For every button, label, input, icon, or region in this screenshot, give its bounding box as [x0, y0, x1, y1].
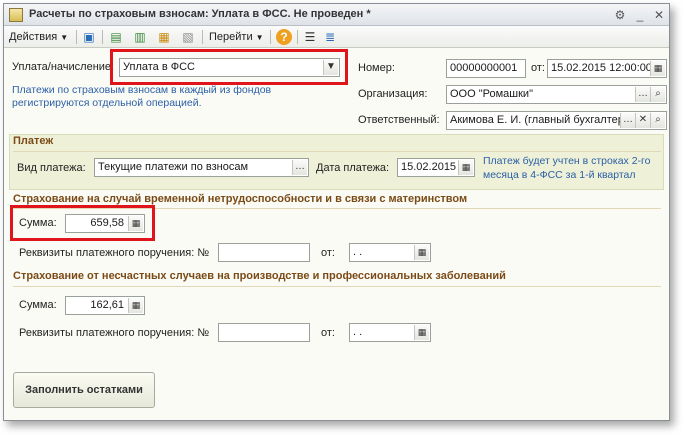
temp-insurance-title: Страхование на случай временной нетрудос…	[13, 193, 468, 205]
print-icon[interactable]: ▧	[180, 29, 196, 45]
hint-text-2: регистрируются отдельной операцией.	[12, 97, 202, 109]
payment-date-label: Дата платежа:	[316, 162, 390, 174]
temp-from-label: от:	[321, 247, 335, 259]
doc-date-value: 15.02.2015 12:00:00	[551, 62, 652, 74]
calendar-icon[interactable]: ▦	[650, 61, 665, 76]
toolbar-separator	[102, 30, 103, 44]
divider	[13, 286, 661, 287]
payment-kind-field[interactable]: Текущие платежи по взносам …	[94, 158, 309, 177]
resp-field[interactable]: Акимова Е. И. (главный бухгалтер) … ✕ ⌕	[446, 111, 667, 130]
payment-kind-label: Вид платежа:	[17, 162, 86, 174]
divider	[13, 151, 661, 152]
minimize-icon[interactable]: _	[632, 8, 648, 22]
ledger-icon[interactable]: ▦	[156, 29, 172, 45]
accident-date-field[interactable]: . . ▦	[349, 323, 431, 342]
accident-sum-label: Сумма:	[19, 299, 57, 311]
payment-type-label: Уплата/начисление:	[12, 61, 115, 73]
ellipsis-icon[interactable]: …	[292, 160, 307, 175]
goto-menu[interactable]: Перейти ▼	[209, 29, 264, 45]
org-field[interactable]: ООО "Ромашки" … ⌕	[446, 85, 667, 104]
structure-icon[interactable]: ☰	[302, 29, 318, 45]
payment-kind-value: Текущие платежи по взносам	[98, 161, 249, 173]
toolbar-separator	[202, 30, 203, 44]
highlight-box	[110, 49, 348, 85]
post-and-close-icon[interactable]: ▣	[81, 29, 97, 45]
actions-menu[interactable]: Действия ▼	[9, 29, 68, 45]
payment-date-field[interactable]: 15.02.2015 ▦	[397, 158, 475, 177]
fill-by-balances-button[interactable]: Заполнить остатками	[13, 372, 155, 408]
calendar-icon[interactable]: ▦	[414, 245, 429, 260]
post-icon[interactable]: ▥	[132, 29, 148, 45]
ellipsis-icon[interactable]: …	[635, 87, 650, 102]
accident-sum-value: 162,61	[90, 299, 124, 311]
document-icon	[9, 8, 23, 22]
hint-text-1: Платежи по страховым взносам в каждый из…	[12, 84, 272, 96]
list-icon[interactable]: ≣	[322, 29, 338, 45]
accident-date-value: . .	[353, 326, 363, 338]
search-icon[interactable]: ⌕	[650, 113, 665, 128]
document-window: Расчеты по страховым взносам: Уплата в Ф…	[3, 3, 670, 421]
accident-from-label: от:	[321, 327, 335, 339]
actions-label: Действия	[9, 31, 58, 43]
settings-icon[interactable]: ⚙	[612, 8, 628, 22]
goto-label: Перейти	[209, 31, 253, 43]
org-value: ООО "Ромашки"	[450, 88, 533, 100]
accident-req-label: Реквизиты платежного поручения: №	[19, 327, 210, 339]
payment-section-title: Платеж	[13, 135, 54, 147]
help-icon[interactable]: ?	[276, 29, 292, 45]
close-icon[interactable]: ✕	[635, 113, 650, 128]
temp-req-field[interactable]	[218, 243, 310, 262]
resp-label: Ответственный:	[358, 114, 440, 126]
temp-date-value: . .	[353, 246, 363, 258]
highlight-box	[10, 205, 155, 241]
accident-sum-field[interactable]: 162,61 ▦	[65, 296, 145, 315]
toolbar: Действия ▼ ▣ ▤ ▥ ▦ ▧ Перейти ▼ ? ☰ ≣	[4, 26, 669, 48]
number-value: 00000000001	[450, 62, 518, 74]
temp-req-label: Реквизиты платежного поручения: №	[19, 247, 210, 259]
calculator-icon[interactable]: ▦	[128, 298, 143, 313]
chevron-down-icon: ▼	[255, 33, 264, 42]
number-field[interactable]: 00000000001	[446, 59, 526, 78]
number-label: Номер:	[358, 62, 395, 74]
accident-insurance-title: Страхование от несчастных случаев на про…	[13, 270, 506, 282]
ellipsis-icon[interactable]: …	[620, 113, 635, 128]
payment-note-2: месяца в 4-ФСС за 1-й квартал	[483, 169, 636, 181]
accident-req-field[interactable]	[218, 323, 310, 342]
toolbar-separator	[270, 30, 271, 44]
payment-date-value: 15.02.2015	[401, 161, 457, 173]
calendar-icon[interactable]: ▦	[458, 160, 473, 175]
date-from-label: от:	[531, 62, 545, 74]
search-icon[interactable]: ⌕	[650, 87, 665, 102]
save-icon[interactable]: ▤	[108, 29, 124, 45]
title-bar: Расчеты по страховым взносам: Уплата в Ф…	[4, 4, 669, 26]
chevron-down-icon: ▼	[60, 33, 69, 42]
window-title: Расчеты по страховым взносам: Уплата в Ф…	[29, 8, 371, 20]
temp-date-field[interactable]: . . ▦	[349, 243, 431, 262]
toolbar-separator	[76, 30, 77, 44]
org-label: Организация:	[358, 88, 428, 100]
close-icon[interactable]: ✕	[651, 8, 667, 22]
calendar-icon[interactable]: ▦	[414, 325, 429, 340]
payment-note-1: Платеж будет учтен в строках 2-го	[483, 155, 651, 167]
resp-value: Акимова Е. И. (главный бухгалтер)	[450, 114, 628, 126]
toolbar-separator	[297, 30, 298, 44]
doc-date-field[interactable]: 15.02.2015 12:00:00 ▦	[547, 59, 667, 78]
